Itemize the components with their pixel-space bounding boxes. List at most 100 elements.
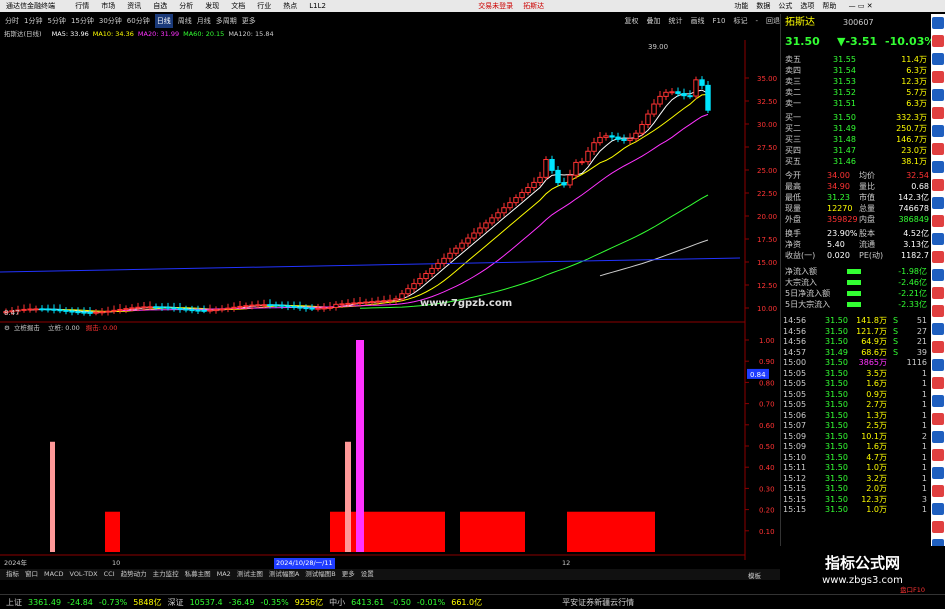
menu-item[interactable]: 资讯 (127, 0, 141, 12)
center-link[interactable]: 交易未登录 (478, 0, 513, 12)
chart-tool-button[interactable]: 画线 (691, 17, 705, 25)
chart-tool-button[interactable]: 复权 (625, 17, 639, 25)
bid-row: 买五 31.46 38.1万 (781, 156, 932, 167)
period-tab[interactable]: 60分钟 (127, 14, 150, 28)
indicator-tab[interactable]: 趋势动力 (121, 570, 147, 578)
center-link[interactable]: 拓斯达 (523, 0, 544, 12)
candle-body (321, 307, 327, 310)
menu-item[interactable]: 分析 (179, 0, 193, 12)
side-tool-icon[interactable] (932, 71, 944, 83)
panel-footer[interactable]: 盘口F10 (900, 584, 925, 594)
side-tool-icon[interactable] (932, 431, 944, 443)
side-tool-icon[interactable] (932, 305, 944, 317)
menu-item[interactable]: 发现 (205, 0, 219, 12)
menu-item[interactable]: 文档 (231, 0, 245, 12)
side-tool-icon[interactable] (932, 197, 944, 209)
candle-body (651, 103, 657, 115)
side-tool-icon[interactable] (932, 17, 944, 29)
indicator-tab[interactable]: 更多 (342, 570, 355, 578)
template-button[interactable]: 模板 (748, 570, 761, 580)
side-tool-icon[interactable] (932, 449, 944, 461)
candle-body (189, 309, 195, 312)
indicator-tab[interactable]: 窗口 (25, 570, 38, 578)
side-tool-icon[interactable] (932, 467, 944, 479)
chart-tool-button[interactable]: 回退 (766, 17, 780, 25)
period-tab[interactable]: 多周期 (216, 14, 237, 28)
side-tool-icon[interactable] (932, 215, 944, 227)
side-tool-icon[interactable] (932, 125, 944, 137)
right-menu-item[interactable]: 选项 (800, 0, 814, 12)
menu-item[interactable]: L1L2 (309, 0, 326, 12)
side-tool-icon[interactable] (932, 233, 944, 245)
period-tab[interactable]: 15分钟 (71, 14, 94, 28)
indicator-tab[interactable]: 测试幅图A (269, 570, 299, 578)
chart-tool-button[interactable]: 叠加 (647, 17, 661, 25)
menu-item[interactable]: 热点 (283, 0, 297, 12)
side-tool-icon[interactable] (932, 521, 944, 533)
tick-time: 15:15 (783, 484, 807, 493)
indicator-tab[interactable]: 主力监控 (153, 570, 179, 578)
side-tool-icon[interactable] (932, 179, 944, 191)
chart-tool-button[interactable]: 统计 (669, 17, 683, 25)
side-tool-icon[interactable] (932, 359, 944, 371)
side-tool-icon[interactable] (932, 89, 944, 101)
right-menu-item[interactable]: 公式 (778, 0, 792, 12)
tick-vol: 4.7万 (866, 452, 887, 462)
side-tool-icon[interactable] (932, 143, 944, 155)
indicator-tab[interactable]: MACD (44, 570, 63, 578)
side-tool-icon[interactable] (932, 53, 944, 65)
candle-body (165, 306, 171, 309)
side-tool-icon[interactable] (932, 251, 944, 263)
side-tool-icon[interactable] (932, 485, 944, 497)
indicator-tab[interactable]: VOL-TDX (69, 570, 97, 578)
side-tool-icon[interactable] (932, 413, 944, 425)
period-tab[interactable]: 1分钟 (24, 14, 42, 28)
side-tool-icon[interactable] (932, 161, 944, 173)
indicator-tab[interactable]: CCI (104, 570, 115, 578)
kline-chart[interactable]: 35.00 32.50 30.00 27.50 25.00 22.50 20.00 17.50… (0, 40, 780, 570)
tick-time: 15:05 (783, 368, 807, 378)
tick-row: 15:15 31.50 1.0万 1 (781, 504, 932, 515)
indicator-tab[interactable]: MA2 (217, 570, 231, 578)
side-tool-icon[interactable] (932, 35, 944, 47)
indicator-tab[interactable]: 测试主图 (237, 570, 263, 578)
side-tool-icon[interactable] (932, 287, 944, 299)
period-tab[interactable]: 30分钟 (99, 14, 122, 28)
side-tool-icon[interactable] (932, 395, 944, 407)
chart-tool-button[interactable]: 标记 (733, 17, 747, 25)
period-tab[interactable]: 月线 (197, 14, 211, 28)
right-menu-item[interactable]: 帮助 (822, 0, 836, 12)
side-tool-icon[interactable] (932, 503, 944, 515)
menu-item[interactable]: 自选 (153, 0, 167, 12)
window-controls[interactable]: — ▭ ✕ (849, 0, 873, 12)
candle-body (693, 79, 699, 97)
side-tool-icon[interactable] (932, 323, 944, 335)
period-tab[interactable]: 更多 (242, 14, 256, 28)
chart-tool-button[interactable]: F10 (713, 17, 726, 25)
tick-time: 14:56 (783, 337, 807, 346)
menu-item[interactable]: 市场 (101, 0, 115, 12)
tick-time: 15:15 (783, 505, 807, 514)
period-tab[interactable]: 5分钟 (47, 14, 65, 28)
period-tab[interactable]: 分时 (5, 14, 19, 28)
chart-tool-button[interactable]: - (755, 17, 758, 25)
right-menu-item[interactable]: 数据 (756, 0, 770, 12)
ask-price: 31.53 (833, 77, 856, 86)
side-tool-icon[interactable] (932, 269, 944, 281)
indicator-tab[interactable]: 指标 (6, 570, 19, 578)
side-tool-icon[interactable] (932, 341, 944, 353)
period-tab[interactable]: 日线 (154, 14, 173, 28)
price-tick-label: 25.00 (757, 167, 777, 175)
side-tool-icon[interactable] (932, 377, 944, 389)
menu-item[interactable]: 行情 (75, 0, 89, 12)
sub-gear-icon[interactable]: ⚙ (4, 324, 10, 332)
side-tool-icon[interactable] (932, 107, 944, 119)
menu-item[interactable]: 行业 (257, 0, 271, 12)
indicator-tab[interactable]: 私募主图 (185, 570, 211, 578)
candle-body (639, 123, 645, 134)
server-status[interactable]: 平安证券新疆云行情 (562, 598, 634, 607)
right-menu-item[interactable]: 功能 (734, 0, 748, 12)
indicator-tab[interactable]: 测试幅图B (305, 570, 335, 578)
indicator-tab[interactable]: 设置 (361, 570, 374, 578)
period-tab[interactable]: 周线 (178, 14, 192, 28)
